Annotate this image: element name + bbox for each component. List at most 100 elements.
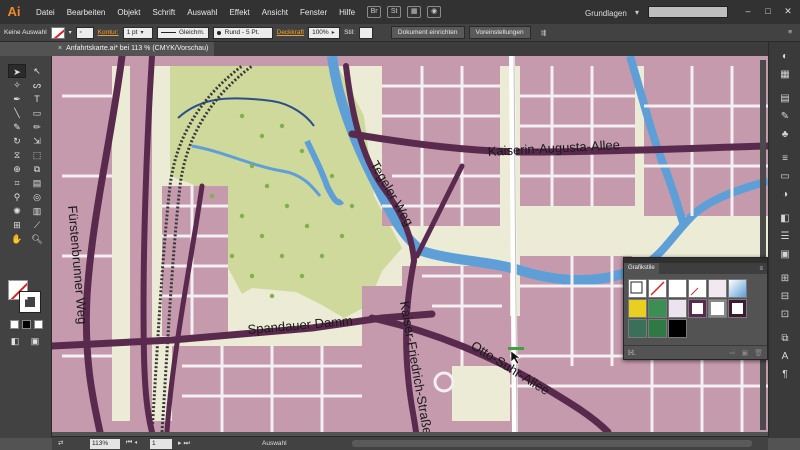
chevron-down-icon[interactable]: ▾ [635,8,639,17]
style-pale-block[interactable] [668,299,687,318]
maximize-icon[interactable]: □ [762,6,774,16]
style-teal-texture[interactable] [628,319,647,338]
zoom-level-field[interactable]: 113% [90,439,120,449]
help-search-input[interactable] [648,6,728,18]
direct-selection-tool-icon[interactable]: ↖ [28,64,46,78]
menu-effekt[interactable]: Effekt [223,8,255,17]
color-guide-icon[interactable]: ▦ [777,68,793,82]
rectangle-tool-icon[interactable]: ▭ [28,106,46,120]
vertical-scrollbar[interactable] [760,60,766,430]
pen-tool-icon[interactable]: ✒ [8,92,26,106]
shape-builder-tool-icon[interactable]: ⊕ [8,162,26,176]
paintbrush-tool-icon[interactable]: ✎ [8,120,26,134]
menu-fenster[interactable]: Fenster [294,8,333,17]
screen-mode-icon[interactable]: ▣ [28,334,42,348]
graphic-styles-panel-icon[interactable]: ▣ [777,248,793,262]
lasso-tool-icon[interactable]: ᔕ [28,78,46,92]
variable-width-profile[interactable]: Gleichm. [156,26,209,39]
color-panel-icon[interactable]: ◐ [777,50,793,64]
symbol-sprayer-tool-icon[interactable]: ✺ [8,204,26,218]
scale-tool-icon[interactable]: ⇲ [28,134,46,148]
hand-tool-icon[interactable]: ✋ [8,232,26,246]
style-outline[interactable] [708,299,727,318]
free-transform-tool-icon[interactable]: ⬚ [28,148,46,162]
close-icon[interactable]: ✕ [782,6,794,16]
style-green-texture[interactable] [648,299,667,318]
fill-swatch[interactable] [50,26,65,39]
arrange-icon[interactable]: ⇶ [541,29,546,37]
bridge-icon[interactable]: Br [367,6,382,18]
appearance-panel-icon[interactable]: ◧ [777,212,793,226]
width-tool-icon[interactable]: ⧖ [8,148,26,162]
stock-icon[interactable]: St [387,6,402,18]
workspace-switcher[interactable]: Grundlagen [585,9,627,18]
style-purple-frame[interactable] [688,299,707,318]
panel-menu-icon[interactable]: ≡ [759,266,767,272]
menu-schrift[interactable]: Schrift [147,8,182,17]
document-tab[interactable]: × Anfahrtskarte.ai* bei 113 % (CMYK/Vorsc… [52,42,215,56]
style-yellow-leaf[interactable] [628,299,647,318]
menu-objekt[interactable]: Objekt [111,8,146,17]
style-light-purple[interactable] [708,279,727,298]
perspective-grid-tool-icon[interactable]: ⧉ [28,162,46,176]
pencil-tool-icon[interactable]: ✏ [28,120,46,134]
style-dark-frame[interactable] [728,299,747,318]
align-panel-icon[interactable]: ⊟ [777,290,793,304]
break-link-icon[interactable]: ⇨ [730,349,736,357]
first-page-icon[interactable]: ⏮ ◂ [126,439,137,447]
drawing-mode-icon[interactable]: ◧ [8,334,22,348]
stroke-swatch[interactable] [20,292,40,312]
next-page-icon[interactable]: ▸ ⏭ [178,439,190,448]
library-icon[interactable]: ℍ. [628,349,636,357]
style-white-none[interactable] [688,279,707,298]
zoom-tool-icon[interactable]: 🔍︎ [28,232,46,246]
page-number-field[interactable]: 1 [150,439,172,449]
menu-ansicht[interactable]: Ansicht [256,8,294,17]
blend-tool-icon[interactable]: ◎ [28,190,46,204]
line-tool-icon[interactable]: ╲ [8,106,26,120]
menu-hilfe[interactable]: Hilfe [333,8,361,17]
artboards-panel-icon[interactable]: ⊞ [777,272,793,286]
style-green-pattern[interactable] [648,319,667,338]
artboard-canvas[interactable]: Fürstenbrunner Weg Spandauer Damm Tegele… [52,56,768,432]
delete-style-icon[interactable]: 🗑︎ [754,349,763,357]
opacity-field[interactable]: 100% ▸ [308,26,341,39]
gpu-performance-icon[interactable]: ◉ [427,6,442,18]
layers-panel-icon[interactable]: ☰ [777,230,793,244]
style-white[interactable] [668,279,687,298]
swatches-panel-icon[interactable]: ▤ [777,92,793,106]
style-black[interactable] [668,319,687,338]
slice-tool-icon[interactable]: ⟋ [28,218,46,232]
style-default[interactable] [628,279,647,298]
bridge-reveal-icon[interactable]: ⇄ [58,439,63,447]
horizontal-scrollbar[interactable] [352,440,752,447]
brush-definition[interactable]: Rund - 5 Pt. [212,26,273,39]
stroke-panel-icon[interactable]: ≡ [777,152,793,166]
magic-wand-tool-icon[interactable]: ✧ [8,78,26,92]
rotate-tool-icon[interactable]: ↻ [8,134,26,148]
gradient-tool-icon[interactable]: ▤ [28,176,46,190]
stroke-label[interactable]: Kontur: [98,29,119,36]
transparency-panel-icon[interactable]: ◑ [777,188,793,202]
graph-tool-icon[interactable]: ▥ [28,204,46,218]
close-tab-icon[interactable]: × [58,45,62,52]
default-stroke-icon[interactable] [22,320,31,329]
arrange-documents-icon[interactable]: ▦ [407,6,422,18]
graphic-styles-tab[interactable]: Grafikstile [624,263,659,274]
menu-auswahl[interactable]: Auswahl [181,8,223,17]
selection-tool-icon[interactable]: ➤ [8,64,26,78]
default-fill-icon[interactable] [10,320,19,329]
brushes-panel-icon[interactable]: ✎ [777,110,793,124]
chevron-down-icon[interactable]: ▾ [69,29,72,36]
mesh-tool-icon[interactable]: ⌗ [8,176,26,190]
graphic-style-picker[interactable] [358,26,373,39]
artboard-tool-icon[interactable]: ⊞ [8,218,26,232]
transform-panel-icon[interactable]: ⊡ [777,308,793,322]
none-swatch-icon[interactable] [34,320,43,329]
document-setup-button[interactable]: Dokument einrichten [390,26,465,39]
menu-datei[interactable]: Datei [30,8,61,17]
fill-stroke-control[interactable] [8,280,42,314]
opacity-label[interactable]: Deckkraft [277,29,304,36]
menu-bearbeiten[interactable]: Bearbeiten [61,8,112,17]
symbols-panel-icon[interactable]: ♣ [777,128,793,142]
